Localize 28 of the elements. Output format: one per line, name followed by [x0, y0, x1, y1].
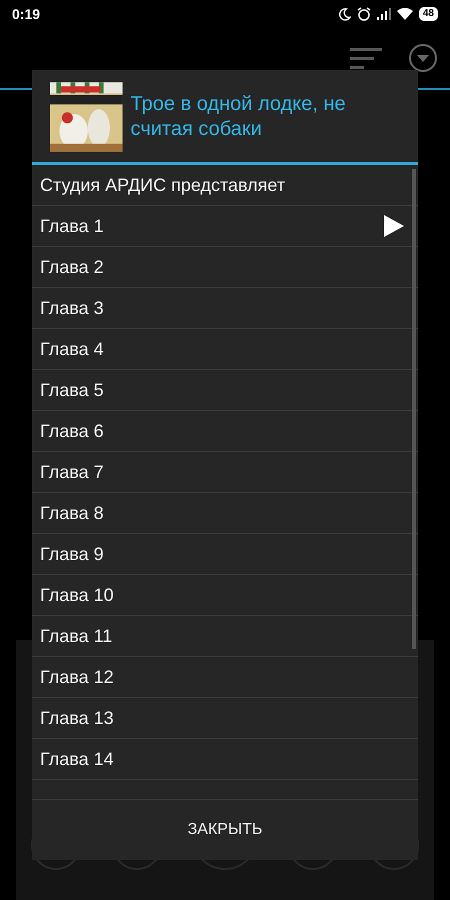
dialog-title: Трое в одной лодке, не считая собаки [130, 92, 347, 142]
chapter-label: Глава 4 [40, 338, 104, 360]
battery-indicator: 48 [418, 7, 438, 21]
chapter-label: Глава 6 [40, 420, 104, 442]
dropdown-icon[interactable] [408, 43, 438, 73]
chapter-label: Глава 11 [40, 626, 112, 646]
chapter-label: Глава 2 [40, 256, 104, 278]
chapter-label: Глава 10 [40, 584, 114, 606]
chapter-label: Студия АРДИС представляет [40, 174, 286, 196]
chapter-label: Глава 5 [40, 380, 104, 400]
chapter-label: Глава 3 [40, 298, 104, 318]
moon-icon [338, 8, 351, 20]
wifi-icon [396, 8, 413, 20]
clock: 0:19 [12, 6, 40, 22]
chapter-label: Глава 8 [40, 502, 104, 524]
chapter-label: Глава 14 [40, 748, 114, 770]
chapter-item[interactable]: Глава 14 [32, 739, 418, 780]
chapter-item[interactable]: Глава 13 [32, 698, 418, 739]
chapter-label: Глава 12 [40, 666, 114, 688]
menu-icon[interactable] [350, 46, 382, 70]
alarm-icon [356, 7, 371, 21]
chapter-label: Глава 9 [40, 544, 104, 564]
chapter-item[interactable]: Глава 12 [32, 657, 418, 698]
chapter-label: Глава 1 [40, 216, 104, 236]
chapter-label: Глава 7 [40, 462, 104, 482]
close-button[interactable]: ЗАКРЫТЬ [168, 811, 282, 849]
chapter-label: Глава 13 [40, 708, 114, 728]
signal-icon [376, 8, 391, 20]
